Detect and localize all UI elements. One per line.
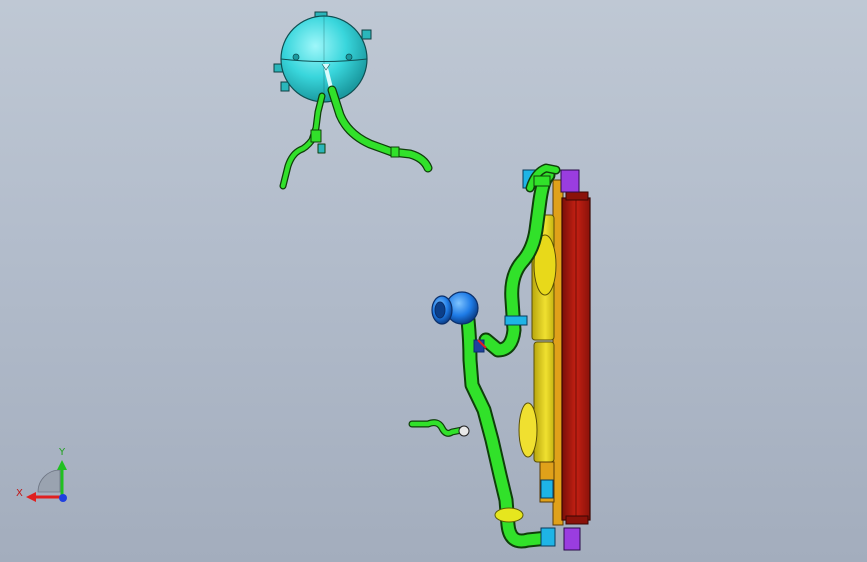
lower-hose-connector — [540, 527, 556, 547]
tank-fitting — [345, 53, 353, 61]
cad-scene[interactable]: Y X — [0, 0, 867, 562]
fan-motor-lower — [518, 402, 538, 458]
hose-clip — [317, 143, 326, 154]
hose-clip — [390, 146, 400, 158]
lower-mount-bracket — [563, 527, 581, 551]
tank-fitting — [292, 53, 300, 61]
tank-mount-lug — [280, 81, 290, 92]
x-axis-arrow-head — [26, 492, 36, 502]
fan-shroud-lower[interactable] — [533, 341, 555, 463]
radiator-top-cap — [565, 191, 589, 201]
yellow-hose-clamp — [494, 507, 524, 523]
x-axis-label: X — [16, 488, 23, 499]
hose-clip — [310, 129, 322, 143]
pump-inlet-port — [434, 301, 446, 319]
tank-hoses[interactable] — [279, 85, 433, 190]
expansion-tank-assembly[interactable] — [273, 11, 372, 103]
y-axis-arrow-head — [57, 460, 67, 470]
3d-viewport[interactable]: Y X — [0, 0, 867, 562]
tank-return-hose[interactable] — [328, 86, 432, 172]
water-pump-assembly[interactable] — [431, 291, 487, 353]
drain-valve — [540, 479, 554, 499]
tank-mount-lug — [361, 29, 372, 40]
upper-mount-bracket — [560, 169, 580, 193]
heater-hose-fitting — [458, 425, 470, 437]
y-axis-label: Y — [58, 447, 66, 458]
coordinate-triad: Y X — [16, 447, 67, 502]
z-axis-origin — [59, 494, 67, 502]
hose-clamp — [504, 315, 528, 326]
hose-clamp — [533, 175, 551, 187]
triad-plane — [37, 469, 61, 493]
radiator-bottom-cap — [565, 515, 589, 525]
